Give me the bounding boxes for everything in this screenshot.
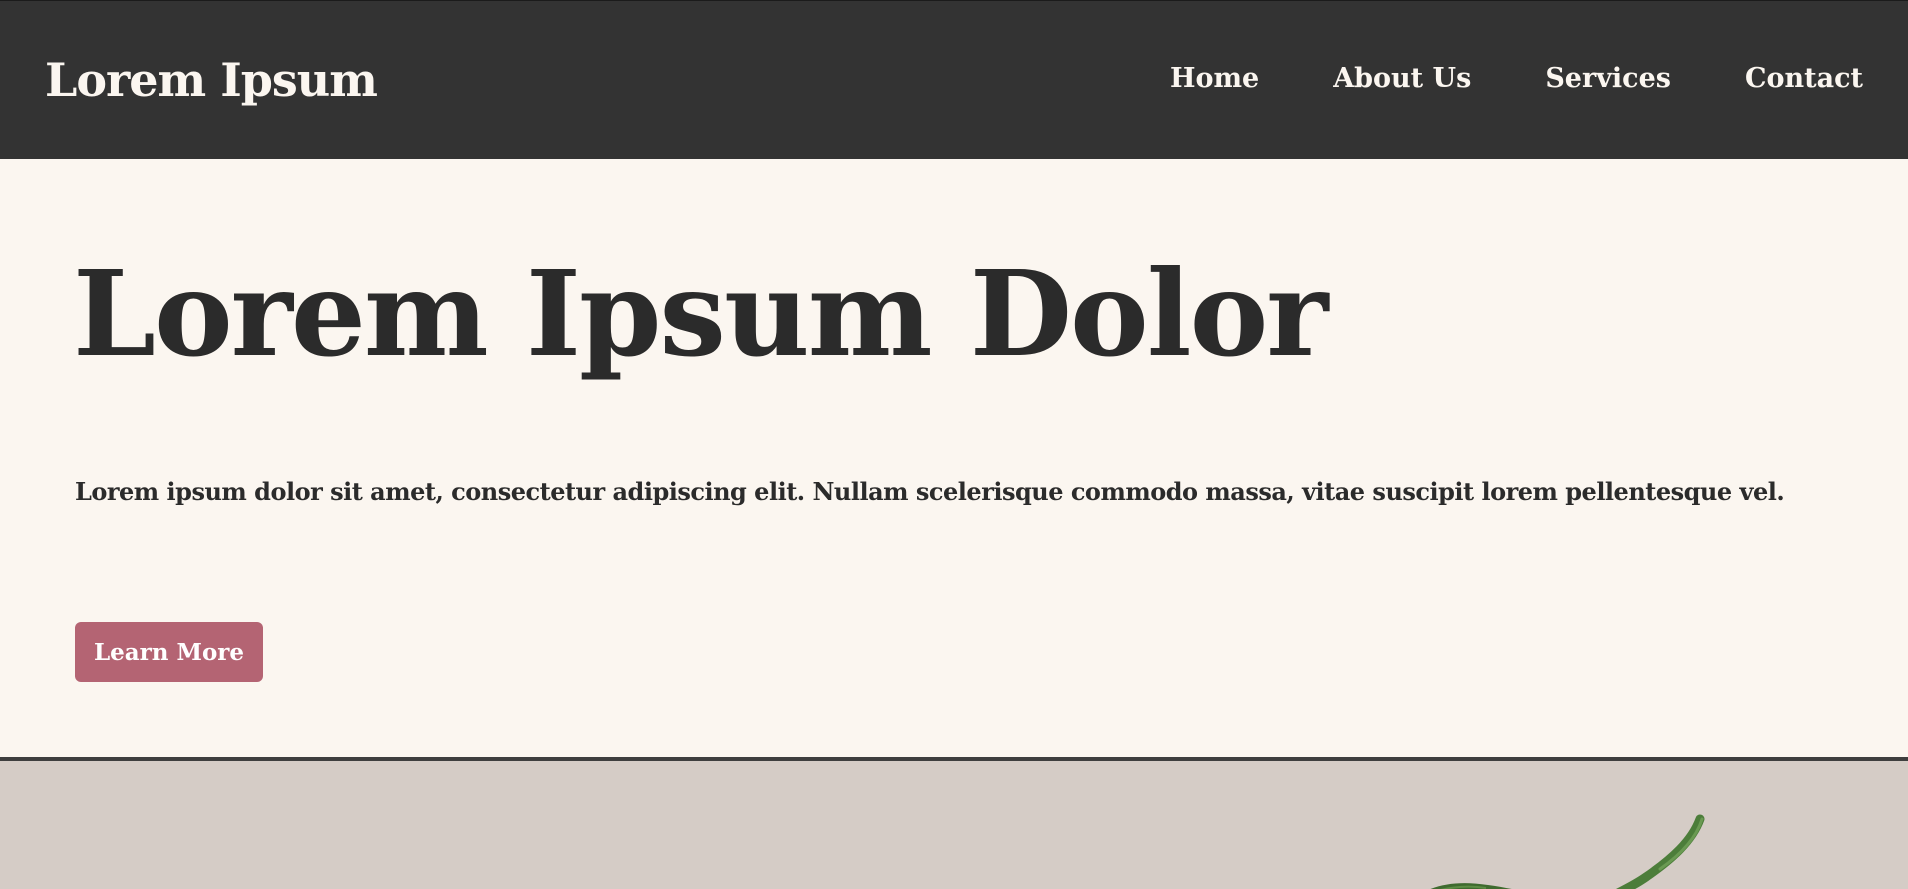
main-nav: Home About Us Services Contact: [1170, 63, 1863, 94]
nav-services[interactable]: Services: [1545, 63, 1671, 94]
image-band: [0, 757, 1908, 889]
site-header: Lorem Ipsum Home About Us Services Conta…: [0, 0, 1908, 159]
hero-section: Lorem Ipsum Dolor Lorem ipsum dolor sit …: [0, 159, 1908, 757]
nav-home[interactable]: Home: [1170, 63, 1259, 94]
nav-about-us[interactable]: About Us: [1333, 63, 1471, 94]
hero-description: Lorem ipsum dolor sit amet, consectetur …: [75, 477, 1785, 506]
nav-contact[interactable]: Contact: [1745, 63, 1863, 94]
brand-logo[interactable]: Lorem Ipsum: [45, 53, 378, 107]
learn-more-button[interactable]: Learn More: [75, 622, 263, 682]
hero-title: Lorem Ipsum Dolor: [73, 244, 1328, 383]
plant-image: [1430, 814, 1705, 889]
